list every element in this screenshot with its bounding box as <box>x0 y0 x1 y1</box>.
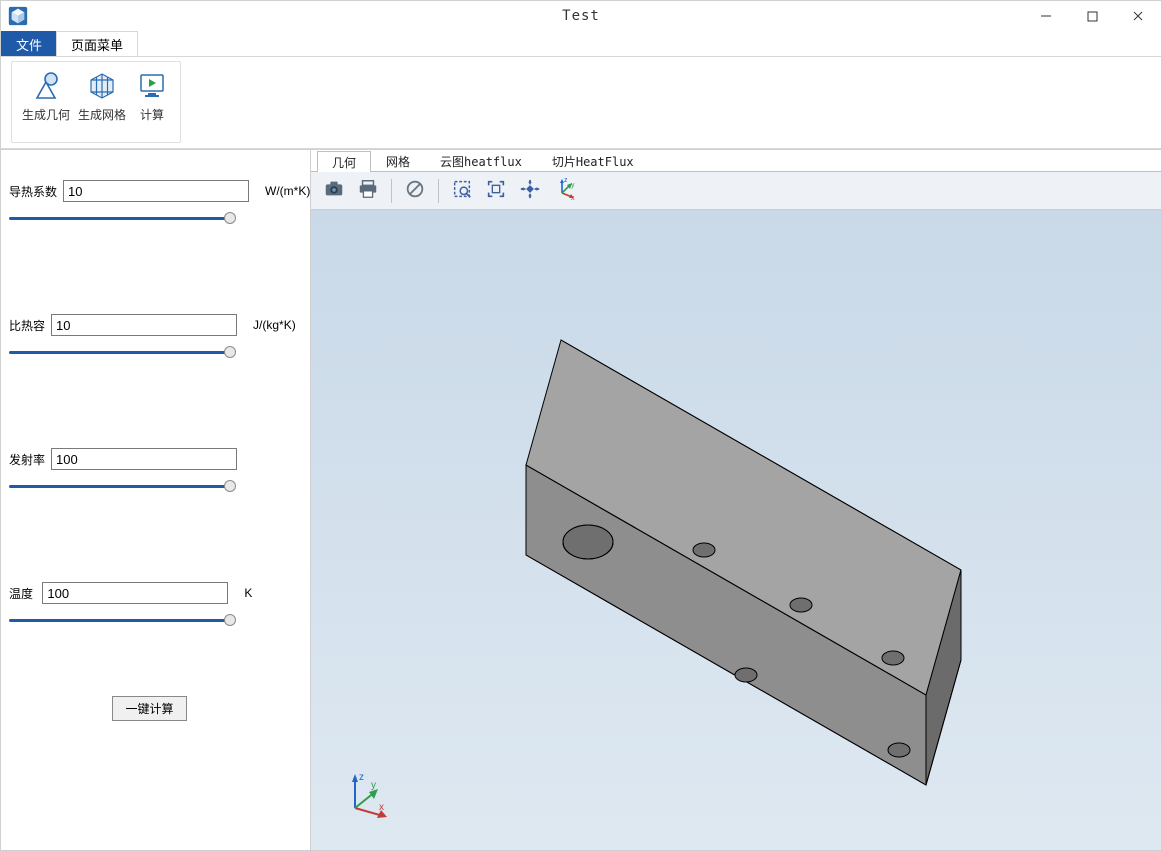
axis-z-label: z <box>359 772 364 783</box>
fit-view-button[interactable] <box>481 176 511 206</box>
maximize-button[interactable] <box>1069 1 1115 31</box>
axis-orient-button[interactable]: z y x <box>549 176 579 206</box>
axis-icon: z y x <box>552 177 576 204</box>
param-temperature: 温度 K <box>9 582 290 628</box>
one-click-compute-button[interactable]: 一键计算 <box>112 696 186 721</box>
ribbon: 生成几何 生成网格 <box>1 57 1161 149</box>
temperature-input[interactable] <box>42 582 228 604</box>
mesh-icon <box>85 68 119 102</box>
param-emissivity: 发射率 <box>9 448 290 494</box>
zoom-box-icon <box>451 178 473 203</box>
tab-label: 网格 <box>386 153 410 170</box>
menu-tab-page[interactable]: 页面菜单 <box>56 31 138 56</box>
svg-text:x: x <box>571 195 575 201</box>
tab-label: 几何 <box>332 154 356 171</box>
tab-mesh[interactable]: 网格 <box>371 150 425 171</box>
param-unit: W/(m*K) <box>255 184 310 198</box>
expand-icon <box>519 178 541 203</box>
ribbon-label: 生成几何 <box>22 106 70 123</box>
printer-icon <box>357 178 379 203</box>
menu-tab-label: 页面菜单 <box>71 35 123 54</box>
forbidden-icon <box>404 178 426 203</box>
tab-label: 切片HeatFlux <box>552 153 634 170</box>
app-icon <box>7 5 29 27</box>
reset-button[interactable] <box>400 176 430 206</box>
param-conductivity: 导热系数 W/(m*K) <box>9 180 290 226</box>
tab-label: 云图heatflux <box>440 153 522 170</box>
minimize-button[interactable] <box>1023 1 1069 31</box>
compute-button[interactable]: 计算 <box>130 64 174 140</box>
svg-text:z: z <box>564 177 568 184</box>
menu-tab-label: 文件 <box>16 35 42 54</box>
axis-x-label: x <box>379 802 384 813</box>
param-label: 导热系数 <box>9 183 57 200</box>
viewport-area: 几何 网格 云图heatflux 切片HeatFlux <box>311 150 1161 850</box>
viewport-toolbar: z y x <box>311 172 1161 210</box>
ribbon-label: 计算 <box>140 106 164 123</box>
expand-button[interactable] <box>515 176 545 206</box>
screenshot-button[interactable] <box>319 176 349 206</box>
emissivity-input[interactable] <box>51 448 237 470</box>
menu-tab-file[interactable]: 文件 <box>1 31 57 56</box>
titlebar: Test <box>1 1 1161 31</box>
tab-heatflux-contour[interactable]: 云图heatflux <box>425 150 537 171</box>
viewport-tabs: 几何 网格 云图heatflux 切片HeatFlux <box>311 150 1161 172</box>
zoom-box-button[interactable] <box>447 176 477 206</box>
menu-tabs: 文件 页面菜单 <box>1 31 1161 57</box>
param-label: 温度 <box>9 585 36 602</box>
param-label: 发射率 <box>9 451 45 468</box>
axis-y-label: y <box>371 780 376 791</box>
svg-text:y: y <box>571 182 575 189</box>
conductivity-input[interactable] <box>63 180 249 202</box>
compute-icon <box>135 68 169 102</box>
conductivity-slider[interactable] <box>9 212 230 226</box>
generate-geometry-button[interactable]: 生成几何 <box>18 64 74 140</box>
axis-triad: z x y <box>341 770 391 820</box>
fit-icon <box>485 178 507 203</box>
temperature-slider[interactable] <box>9 614 230 628</box>
close-button[interactable] <box>1115 1 1161 31</box>
camera-icon <box>323 178 345 203</box>
param-heat-capacity: 比热容 J/(kg*K) <box>9 314 290 360</box>
ribbon-label: 生成网格 <box>78 106 126 123</box>
heat-capacity-slider[interactable] <box>9 346 230 360</box>
emissivity-slider[interactable] <box>9 480 230 494</box>
sidebar: 导热系数 W/(m*K) 比热容 J/(kg*K) <box>1 150 311 850</box>
print-button[interactable] <box>353 176 383 206</box>
tab-heatflux-slice[interactable]: 切片HeatFlux <box>537 150 649 171</box>
generate-mesh-button[interactable]: 生成网格 <box>74 64 130 140</box>
window-title: Test <box>562 8 600 24</box>
param-label: 比热容 <box>9 317 45 334</box>
geometry-icon <box>29 68 63 102</box>
tab-geometry[interactable]: 几何 <box>317 151 371 172</box>
viewport-canvas[interactable]: z x y <box>311 210 1161 850</box>
heat-capacity-input[interactable] <box>51 314 237 336</box>
param-unit: J/(kg*K) <box>243 318 296 332</box>
param-unit: K <box>234 586 290 600</box>
